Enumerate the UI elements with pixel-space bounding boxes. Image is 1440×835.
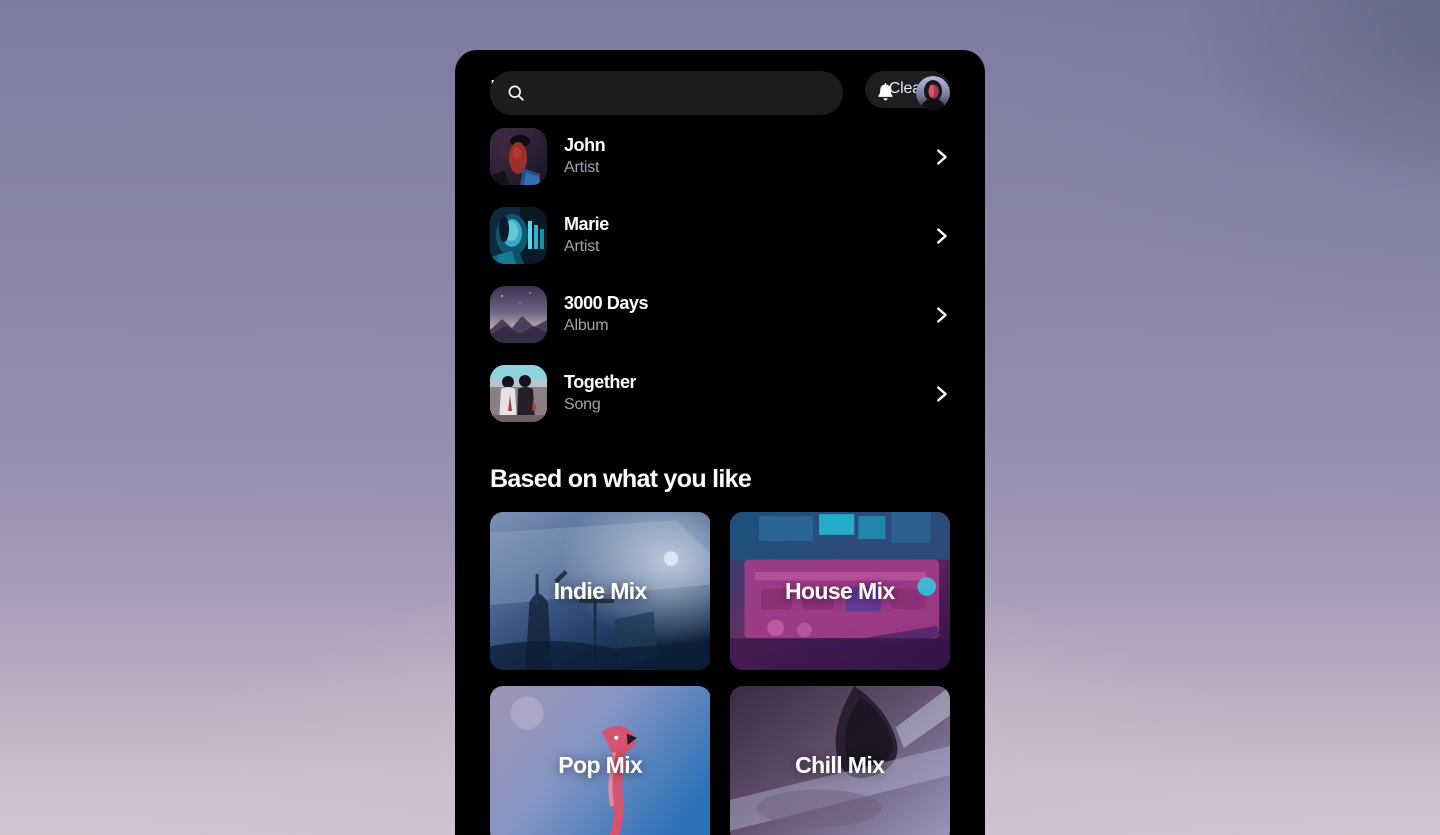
thumbnail-album-3000-days	[490, 286, 547, 343]
search-input[interactable]	[536, 84, 827, 102]
list-item-text: Marie Artist	[564, 214, 609, 256]
based-on-title: Based on what you like	[490, 465, 752, 493]
mix-card-grid: Indie Mix House Mix Pop Mix Chill Mix	[455, 512, 985, 835]
search-icon	[508, 85, 524, 101]
mix-card-label: Indie Mix	[553, 577, 648, 604]
list-item-subtitle: Artist	[564, 159, 600, 177]
based-on-header: Based on what you like	[455, 465, 985, 494]
mix-card-house[interactable]: House Mix	[729, 512, 951, 670]
list-item-subtitle: Artist	[564, 238, 600, 256]
mix-card-label: Pop Mix	[558, 751, 643, 778]
artist-john-portrait-image	[490, 128, 547, 185]
list-item[interactable]: Marie Artist	[490, 196, 952, 275]
list-item-title: Together	[564, 372, 637, 393]
top-bar-actions	[872, 76, 950, 110]
mix-card-indie[interactable]: Indie Mix	[490, 512, 711, 670]
thumbnail-artist-marie	[490, 207, 547, 264]
list-item-text: 3000 Days Album	[564, 293, 648, 335]
song-together-cover-image	[490, 365, 547, 422]
avatar-image	[916, 76, 950, 110]
album-3000-days-cover-image	[490, 286, 547, 343]
mix-card-pop[interactable]: Pop Mix	[490, 686, 711, 835]
artist-marie-portrait-image	[490, 207, 547, 264]
mix-card-label: House Mix	[784, 577, 895, 604]
list-item-subtitle: Album	[564, 317, 609, 335]
bell-icon	[877, 83, 893, 101]
list-item-title: Marie	[564, 214, 609, 235]
chevron-right-icon[interactable]	[930, 383, 952, 405]
thumbnail-song-together	[490, 365, 547, 422]
recent-searches-list: John Artist Marie Artist 3000 Days Album…	[455, 117, 985, 433]
chevron-right-icon[interactable]	[930, 225, 952, 247]
chevron-right-icon[interactable]	[930, 146, 952, 168]
avatar[interactable]	[916, 76, 950, 110]
mix-card-label: Chill Mix	[795, 751, 885, 778]
list-item-text: John Artist	[564, 135, 605, 177]
phone-frame: Recent searches Clear	[455, 50, 985, 835]
notifications-button[interactable]	[872, 78, 898, 108]
list-item-text: Together Song	[564, 372, 636, 414]
mix-card-chill[interactable]: Chill Mix	[729, 686, 951, 835]
list-item-subtitle: Song	[564, 396, 601, 414]
top-bar	[455, 50, 985, 136]
list-item-title: 3000 Days	[564, 293, 649, 314]
chevron-right-icon[interactable]	[930, 304, 952, 326]
list-item[interactable]: Together Song	[490, 354, 952, 433]
list-item-title: John	[564, 135, 606, 156]
thumbnail-artist-john	[490, 128, 547, 185]
search-bar[interactable]	[490, 71, 843, 115]
list-item[interactable]: 3000 Days Album	[490, 275, 952, 354]
